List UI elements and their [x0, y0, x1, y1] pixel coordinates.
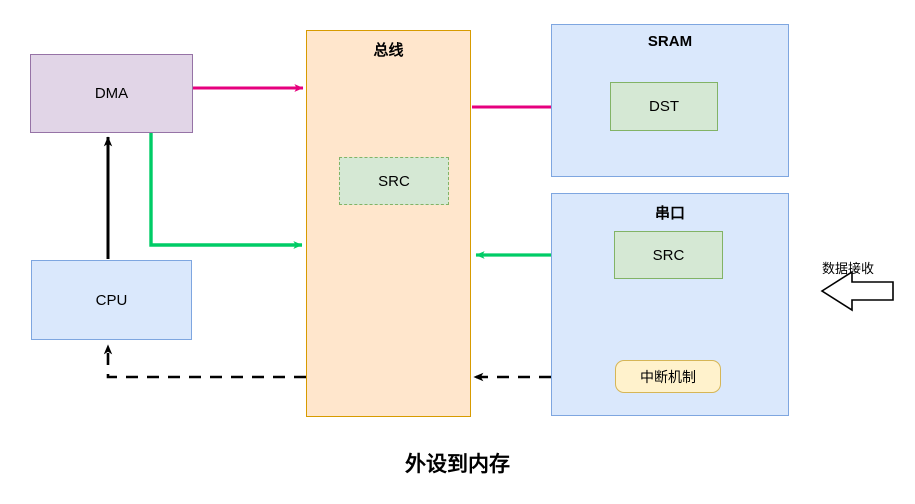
- data-receive-block-arrow: [820, 270, 894, 312]
- diagram-title: 外设到内存: [405, 453, 510, 476]
- block-dma-label: DMA: [94, 85, 129, 102]
- block-bus[interactable]: 总线: [306, 30, 471, 417]
- block-cpu[interactable]: CPU: [31, 260, 192, 340]
- block-bus-src[interactable]: SRC: [339, 157, 449, 205]
- block-serial-src-label: SRC: [652, 246, 685, 264]
- block-sram-label: SRAM: [647, 33, 693, 50]
- data-receive-label: 数据接收: [822, 261, 875, 276]
- block-serial-src[interactable]: SRC: [614, 231, 723, 279]
- block-interrupt-mechanism-label: 中断机制: [640, 368, 696, 385]
- block-sram-dst[interactable]: DST: [610, 82, 718, 131]
- block-dma[interactable]: DMA: [30, 54, 193, 133]
- block-sram-dst-label: DST: [649, 98, 679, 115]
- block-bus-label: 总线: [373, 42, 404, 59]
- block-bus-src-label: SRC: [378, 172, 410, 190]
- block-cpu-label: CPU: [95, 291, 128, 309]
- diagram-canvas: DMA CPU 总线 SRC SRAM DST 串口 SRC 中断机制 数据接收…: [0, 0, 915, 504]
- wire-dma-to-bus-data: [149, 133, 303, 249]
- block-serial-port-label: 串口: [654, 205, 685, 222]
- block-interrupt-mechanism[interactable]: 中断机制: [615, 360, 721, 393]
- wire-bus-to-cpu: [103, 344, 306, 379]
